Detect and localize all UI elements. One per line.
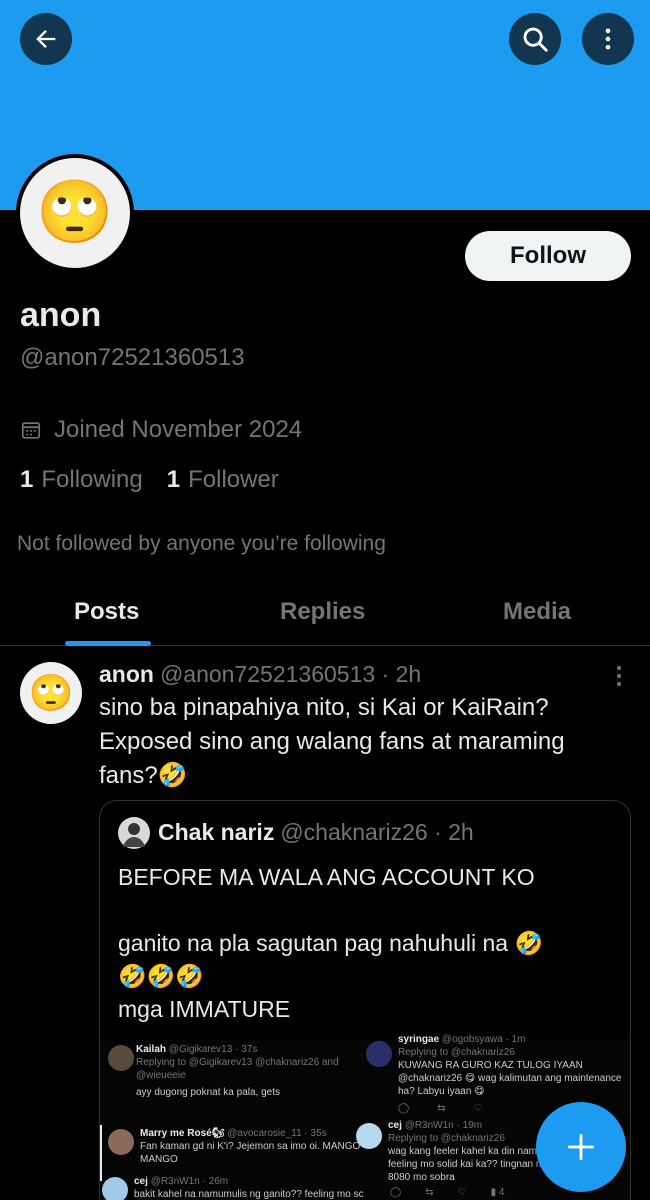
reply-avatar bbox=[102, 1177, 128, 1200]
retweet-icon: ⇆ bbox=[437, 1103, 446, 1114]
post-time: · 2h bbox=[381, 661, 422, 687]
reply-icon: ◯ bbox=[390, 1187, 402, 1198]
compose-button[interactable] bbox=[536, 1102, 626, 1192]
reply-avatar bbox=[356, 1123, 382, 1149]
calendar-icon bbox=[21, 422, 41, 439]
retweet-icon: ⇆ bbox=[425, 1187, 434, 1198]
post-avatar[interactable]: 🙄 bbox=[20, 662, 82, 724]
not-followed-note: Not followed by anyone you’re following bbox=[17, 532, 386, 555]
follow-button[interactable]: Follow bbox=[465, 231, 631, 281]
more-options-button[interactable] bbox=[582, 13, 634, 65]
profile-handle: @anon72521360513 bbox=[20, 344, 245, 371]
followers-link[interactable]: 1 Follower bbox=[167, 466, 279, 494]
quoted-time: · 2h bbox=[434, 819, 474, 845]
quoted-line: mga IMMATURE bbox=[118, 996, 291, 1022]
plus-icon bbox=[568, 1134, 594, 1160]
screenshot-reply: syringae @ogobsyawa · 1m Replying to @ch… bbox=[398, 1034, 622, 1097]
face-with-rolling-eyes-icon: 🙄 bbox=[28, 672, 74, 713]
arrow-left-icon bbox=[36, 30, 56, 48]
quoted-line: ganito na pla sagutan pag nahuhuli na 🤣 bbox=[118, 930, 544, 956]
tab-media[interactable]: Media bbox=[503, 598, 571, 626]
quoted-text: BEFORE MA WALA ANG ACCOUNT KO ganito na … bbox=[118, 861, 618, 1026]
more-vertical-icon bbox=[605, 28, 611, 50]
quoted-author-handle: @chaknariz26 bbox=[280, 819, 428, 845]
quoted-author-name: Chak nariz bbox=[158, 819, 275, 845]
quoted-line: BEFORE MA WALA ANG ACCOUNT KO bbox=[118, 864, 535, 890]
active-tab-indicator bbox=[65, 641, 151, 646]
screenshot-reply: Kailah @Gigikarev13 · 37s Replying to @G… bbox=[136, 1044, 339, 1098]
screenshot-divider bbox=[100, 1125, 102, 1181]
joined-date: Joined November 2024 bbox=[20, 416, 302, 444]
like-icon: ♡ bbox=[457, 1187, 467, 1198]
views-icon: ▮ 4 bbox=[490, 1187, 505, 1198]
face-with-rolling-eyes-icon: 🙄 bbox=[36, 178, 114, 247]
post-author-handle[interactable]: @anon72521360513 bbox=[160, 661, 375, 687]
profile-name: anon bbox=[20, 296, 102, 334]
tab-replies[interactable]: Replies bbox=[280, 598, 365, 626]
search-icon bbox=[523, 27, 548, 52]
like-icon: ♡ bbox=[473, 1103, 483, 1114]
reply-avatar bbox=[108, 1045, 134, 1071]
quoted-header: Chak nariz @chaknariz26 · 2h bbox=[158, 819, 474, 846]
reply-actions: ◯ ⇆ ♡ bbox=[398, 1103, 483, 1114]
post-header: anon @anon72521360513 · 2h bbox=[99, 661, 421, 688]
tab-posts[interactable]: Posts bbox=[74, 598, 139, 626]
reply-actions: ◯ ⇆ ♡ ▮ 4 bbox=[390, 1187, 504, 1198]
post-author-name[interactable]: anon bbox=[99, 661, 154, 687]
profile-avatar[interactable]: 🙄 bbox=[16, 154, 134, 272]
reply-avatar bbox=[366, 1041, 392, 1067]
reply-icon: ◯ bbox=[398, 1103, 410, 1114]
back-button[interactable] bbox=[20, 13, 72, 65]
reply-avatar bbox=[108, 1129, 134, 1155]
post-text: sino ba pinapahiya nito, si Kai or KaiRa… bbox=[99, 694, 565, 789]
quoted-line: 🤣🤣🤣 bbox=[118, 963, 204, 989]
screenshot-reply: Marry me Rosé🐿 @avocarosie_11 · 35s Fan … bbox=[140, 1128, 361, 1165]
post-more-button[interactable] bbox=[610, 664, 628, 693]
follow-stats: 1 Following 1 Follower bbox=[20, 466, 279, 494]
joined-text: Joined November 2024 bbox=[54, 416, 303, 443]
search-button[interactable] bbox=[509, 13, 561, 65]
more-vertical-icon bbox=[617, 666, 621, 686]
screenshot-reply: cej @R3nW1n · 26m bakit kahel na namumul… bbox=[134, 1176, 364, 1200]
profile-tabs: Posts Replies Media bbox=[0, 580, 650, 646]
following-link[interactable]: 1 Following bbox=[20, 466, 143, 494]
quoted-avatar bbox=[118, 817, 150, 849]
